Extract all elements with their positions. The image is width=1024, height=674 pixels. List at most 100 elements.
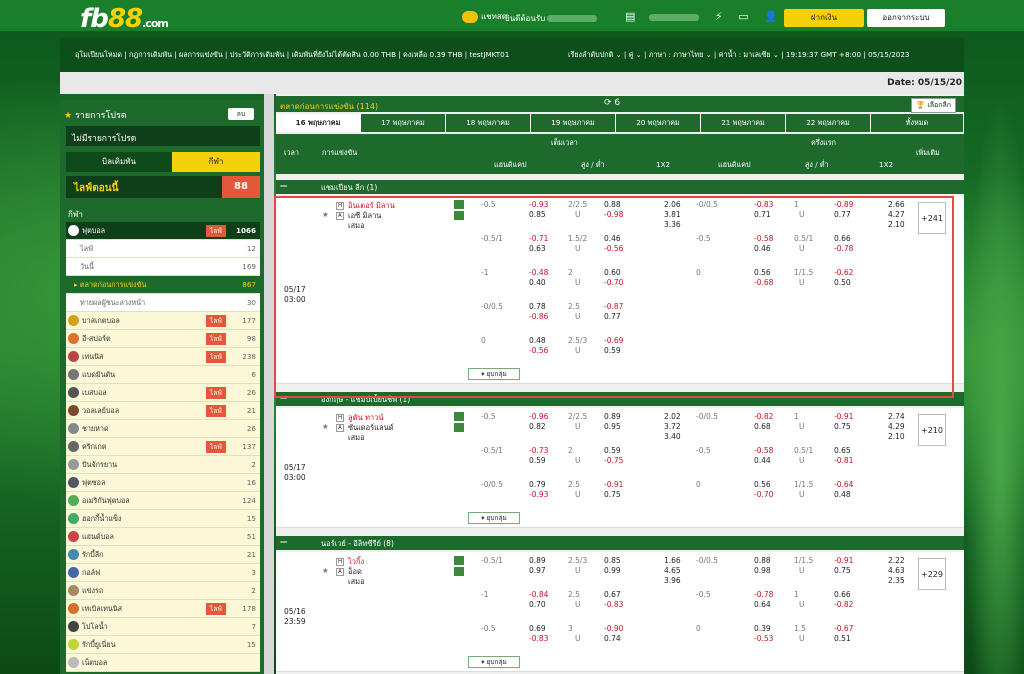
sidebar-item-8[interactable]: แบดมินตัน 6 — [66, 366, 260, 384]
odds-half-1x2[interactable]: 4.63 — [888, 566, 905, 575]
more-markets-button[interactable]: +229 — [918, 558, 946, 590]
more-markets-button[interactable]: +210 — [918, 414, 946, 446]
tab-date-0[interactable]: 16 พฤษภาคม — [276, 114, 361, 132]
lineup-icon[interactable] — [454, 567, 464, 576]
sidebar-item-4[interactable]: ทายผลผู้ชนะล่วงหน้า 30 — [66, 294, 260, 312]
sidebar-item-24[interactable]: เน็ตบอล — [66, 654, 260, 672]
odds-hh-under[interactable]: 0.48 — [834, 490, 851, 499]
sidebar-item-19[interactable]: กอล์ฟ 3 — [66, 564, 260, 582]
odds-fh-home[interactable]: 0.89 — [529, 556, 546, 565]
stats-icon[interactable] — [454, 556, 464, 565]
sidebar-item-18[interactable]: รักบี้ลีก 21 — [66, 546, 260, 564]
sidebar-item-20[interactable]: แข่งรถ 2 — [66, 582, 260, 600]
sidebar-item-17[interactable]: แฮนด์บอล 51 — [66, 528, 260, 546]
odds-hh-over[interactable]: -0.67 — [834, 624, 853, 633]
odds-hh-home[interactable]: 0.39 — [754, 624, 771, 633]
sidebar-scrollbar[interactable] — [264, 94, 274, 674]
odds-hh-under[interactable]: 0.75 — [834, 566, 851, 575]
tab-date-7[interactable]: ทั้งหมด — [871, 114, 964, 132]
sidebar-item-5[interactable]: บาสเกตบอล ไลฟ์ 177 — [66, 312, 260, 330]
odds-fh-over[interactable]: 0.67 — [604, 590, 621, 599]
tab-date-4[interactable]: 20 พฤษภาคม — [616, 114, 701, 132]
live-chat-link[interactable]: แชทสด — [462, 10, 507, 23]
sidebar-item-2[interactable]: วันนี้ 169 — [66, 258, 260, 276]
odds-fh-over[interactable]: 0.59 — [604, 446, 621, 455]
odds-fh-under[interactable]: 0.99 — [604, 566, 621, 575]
odds-1x2[interactable]: 2.02 — [664, 412, 681, 421]
odds-fh-away[interactable]: 0.97 — [529, 566, 546, 575]
odds-fh-under[interactable]: -0.83 — [604, 600, 623, 609]
odds-hh-home[interactable]: -0.78 — [754, 590, 773, 599]
odds-hh-away[interactable]: 0.44 — [754, 456, 771, 465]
favorites-clear-button[interactable]: ลบ — [228, 108, 254, 120]
odds-hh-over[interactable]: 0.66 — [834, 590, 851, 599]
collapse-minus-icon[interactable]: — — [280, 181, 288, 190]
odds-fh-away[interactable]: 0.59 — [529, 456, 546, 465]
account-links[interactable]: อุโมเปียนโหมด | กฎการเดิมพัน | ผลการแข่ง… — [75, 50, 509, 61]
fb88-logo[interactable]: fb88.com — [80, 4, 169, 34]
lightning-icon[interactable]: ⚡ — [715, 10, 723, 23]
odds-fh-under[interactable]: 0.74 — [604, 634, 621, 643]
favorite-star-icon[interactable]: ★ — [322, 566, 329, 575]
wallet-icon[interactable]: ▤ — [625, 10, 635, 23]
sidebar-item-13[interactable]: ปั่นจักรยาน 2 — [66, 456, 260, 474]
odds-hh-over[interactable]: -0.91 — [834, 556, 853, 565]
tab-sports[interactable]: กีฬา — [172, 152, 260, 172]
odds-half-1x2[interactable]: 2.22 — [888, 556, 905, 565]
tab-date-3[interactable]: 19 พฤษภาคม — [531, 114, 616, 132]
refresh-button[interactable]: ⟳ 6 — [604, 98, 620, 108]
favorite-star-icon[interactable]: ★ — [322, 422, 329, 431]
odds-fh-away[interactable]: 0.82 — [529, 422, 546, 431]
odds-hh-under[interactable]: 0.75 — [834, 422, 851, 431]
odds-hh-away[interactable]: 0.68 — [754, 422, 771, 431]
sidebar-item-22[interactable]: โปโลน้ำ 7 — [66, 618, 260, 636]
collapse-group-button[interactable]: ▾ ยุบกลุ่ม — [468, 656, 520, 668]
odds-1x2[interactable]: 1.66 — [664, 556, 681, 565]
odds-hh-over[interactable]: -0.91 — [834, 412, 853, 421]
odds-hh-over[interactable]: -0.64 — [834, 480, 853, 489]
stats-icon[interactable] — [454, 412, 464, 421]
odds-hh-home[interactable]: -0.58 — [754, 446, 773, 455]
odds-1x2[interactable]: 3.96 — [664, 576, 681, 585]
odds-hh-away[interactable]: -0.53 — [754, 634, 773, 643]
odds-fh-over[interactable]: -0.90 — [604, 624, 623, 633]
sidebar-item-16[interactable]: ฮอกกี้น้ำแข็ง 15 — [66, 510, 260, 528]
odds-hh-away[interactable]: -0.70 — [754, 490, 773, 499]
league-header[interactable]: — แชมเปียน ลีก (1) — [276, 180, 964, 194]
tab-bet-slip[interactable]: บิลเดิมพัน — [66, 152, 172, 172]
odds-1x2[interactable]: 3.72 — [664, 422, 681, 431]
odds-fh-under[interactable]: -0.75 — [604, 456, 623, 465]
sidebar-item-12[interactable]: คริกเกต ไลฟ์ 137 — [66, 438, 260, 456]
live-now-button[interactable]: ไลฟ์ตอนนี้ 88 — [66, 176, 260, 198]
lineup-icon[interactable] — [454, 423, 464, 432]
odds-half-1x2[interactable]: 2.74 — [888, 412, 905, 421]
odds-hh-home[interactable]: 0.56 — [754, 480, 771, 489]
sidebar-item-7[interactable]: เทนนิส ไลฟ์ 238 — [66, 348, 260, 366]
odds-fh-home[interactable]: -0.73 — [529, 446, 548, 455]
odds-fh-over[interactable]: 0.85 — [604, 556, 621, 565]
odds-fh-under[interactable]: 0.75 — [604, 490, 621, 499]
odds-hh-under[interactable]: -0.82 — [834, 600, 853, 609]
sidebar-item-0[interactable]: ฟุตบอล ไลฟ์ 1066 — [66, 222, 260, 240]
odds-fh-away[interactable]: -0.93 — [529, 490, 548, 499]
sidebar-item-11[interactable]: ชายหาด 26 — [66, 420, 260, 438]
odds-fh-away[interactable]: -0.83 — [529, 634, 548, 643]
logout-button[interactable]: ออกจากระบบ — [867, 9, 945, 27]
sidebar-item-10[interactable]: วอลเลย์บอล ไลฟ์ 21 — [66, 402, 260, 420]
tab-date-5[interactable]: 21 พฤษภาคม — [701, 114, 786, 132]
odds-fh-under[interactable]: 0.95 — [604, 422, 621, 431]
choose-league-button[interactable]: 🏆 เลือกลีก — [911, 98, 956, 113]
tab-date-6[interactable]: 22 พฤษภาคม — [786, 114, 871, 132]
odds-hh-away[interactable]: 0.64 — [754, 600, 771, 609]
odds-half-1x2[interactable]: 4.29 — [888, 422, 905, 431]
sidebar-item-14[interactable]: ฟุตซอล 16 — [66, 474, 260, 492]
odds-fh-home[interactable]: -0.96 — [529, 412, 548, 421]
tab-date-2[interactable]: 18 พฤษภาคม — [446, 114, 531, 132]
odds-fh-home[interactable]: 0.79 — [529, 480, 546, 489]
tab-date-1[interactable]: 17 พฤษภาคม — [361, 114, 446, 132]
odds-hh-under[interactable]: -0.81 — [834, 456, 853, 465]
sidebar-item-21[interactable]: เทเบิลเทนนิส ไลฟ์ 178 — [66, 600, 260, 618]
sidebar-item-1[interactable]: ไลฟ์ 12 — [66, 240, 260, 258]
league-header[interactable]: — นอร์เวย์ - อีลิทซีรีย์ (8) — [276, 536, 964, 550]
odds-hh-home[interactable]: -0.82 — [754, 412, 773, 421]
